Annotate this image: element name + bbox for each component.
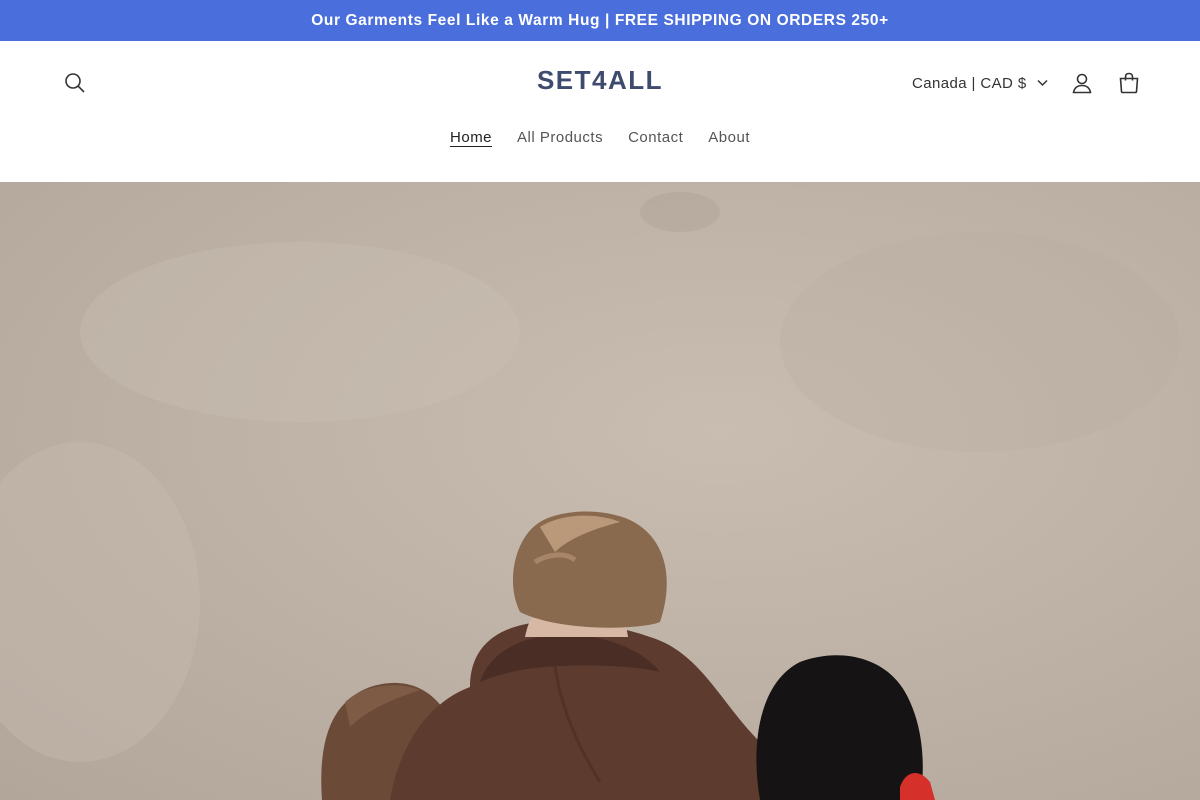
- nav-item-all-products[interactable]: All Products: [517, 129, 603, 148]
- country-currency-selector[interactable]: Canada | CAD $: [912, 71, 1048, 95]
- announcement-bar: Our Garments Feel Like a Warm Hug | FREE…: [0, 0, 1200, 41]
- announcement-text: Our Garments Feel Like a Warm Hug | FREE…: [311, 11, 889, 29]
- main-nav: Home All Products Contact About: [0, 129, 1200, 148]
- chevron-down-icon: [1037, 79, 1048, 87]
- hero-image: [0, 192, 1180, 800]
- cart-icon: [1119, 72, 1139, 94]
- nav-item-contact[interactable]: Contact: [628, 129, 683, 148]
- site-header: SET4ALL Canada | CAD $ Home All Products…: [0, 41, 1200, 182]
- account-button[interactable]: [1062, 63, 1102, 103]
- locale-label: Canada | CAD $: [912, 74, 1027, 92]
- user-icon: [1072, 73, 1092, 94]
- hero-banner: [0, 182, 1200, 800]
- cart-button[interactable]: [1109, 63, 1149, 103]
- nav-item-about[interactable]: About: [708, 129, 750, 148]
- logo-link[interactable]: SET4ALL: [537, 65, 663, 95]
- nav-item-home[interactable]: Home: [450, 129, 492, 148]
